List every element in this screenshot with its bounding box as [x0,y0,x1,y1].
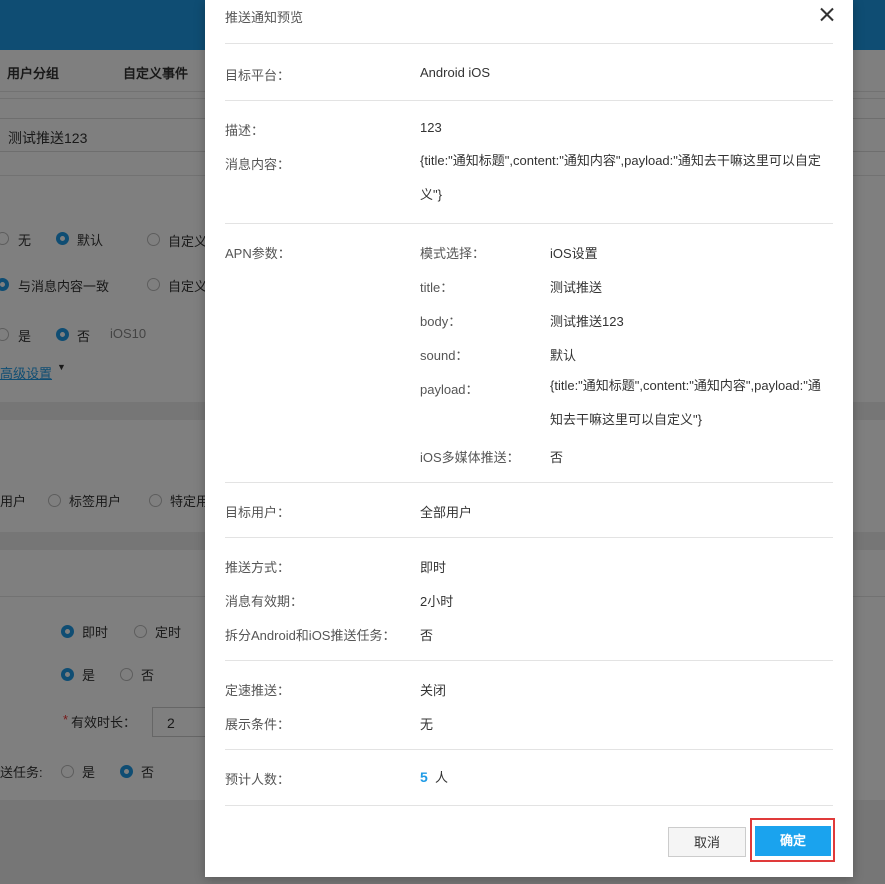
cancel-button[interactable]: 取消 [668,827,746,857]
divider [225,749,833,750]
divider [225,100,833,101]
apn-payload-value: {title:"通知标题",content:"通知内容",payload:"通知… [550,378,821,427]
apn-label: APN参数： [225,246,291,261]
apn-body-value: 测试推送123 [550,314,624,329]
apn-sound-label: sound： [420,348,469,363]
rate-push-value: 关闭 [420,683,447,698]
validity-value: 2小时 [420,594,454,609]
description-value: 123 [420,120,442,135]
split-task-value: 否 [420,628,434,643]
push-method-value: 即时 [420,560,447,575]
content-label: 消息内容： [225,157,291,172]
divider [225,482,833,483]
estimate-value: 5 人 [420,767,448,786]
apn-media-value: 否 [550,450,564,465]
divider [225,805,833,806]
target-users-value: 全部用户 [420,505,473,520]
apn-title-label: title： [420,280,454,295]
push-preview-dialog: 推送通知预览 目标平台： Android iOS 描述： 123 消息内容： {… [205,0,853,877]
push-method-label: 推送方式： [225,560,291,575]
description-label: 描述： [225,123,265,138]
apn-payload-label: payload： [420,382,479,397]
confirm-button[interactable]: 确定 [755,826,831,856]
platform-label: 目标平台： [225,68,291,83]
apn-sound-value: 默认 [550,348,577,363]
close-icon[interactable] [817,5,837,25]
apn-mode-label: 模式选择： [420,246,486,261]
target-users-label: 目标用户： [225,505,291,520]
divider [225,223,833,224]
display-condition-label: 展示条件： [225,717,291,732]
apn-body-label: body： [420,314,462,329]
estimate-count: 5 [420,769,428,785]
divider [225,43,833,44]
estimate-label: 预计人数： [225,772,291,787]
platform-value: Android iOS [420,65,491,80]
apn-title-value: 测试推送 [550,280,603,295]
divider [225,537,833,538]
estimate-unit: 人 [435,770,449,785]
display-condition-value: 无 [420,717,434,732]
rate-push-label: 定速推送： [225,683,291,698]
divider [225,660,833,661]
content-value: {title:"通知标题",content:"通知内容",payload:"通知… [420,153,821,202]
apn-media-label: iOS多媒体推送： [420,450,520,465]
validity-label: 消息有效期： [225,594,304,609]
dialog-title: 推送通知预览 [225,10,304,25]
apn-mode-value: iOS设置 [550,246,598,261]
split-task-label: 拆分Android和iOS推送任务： [225,628,396,643]
